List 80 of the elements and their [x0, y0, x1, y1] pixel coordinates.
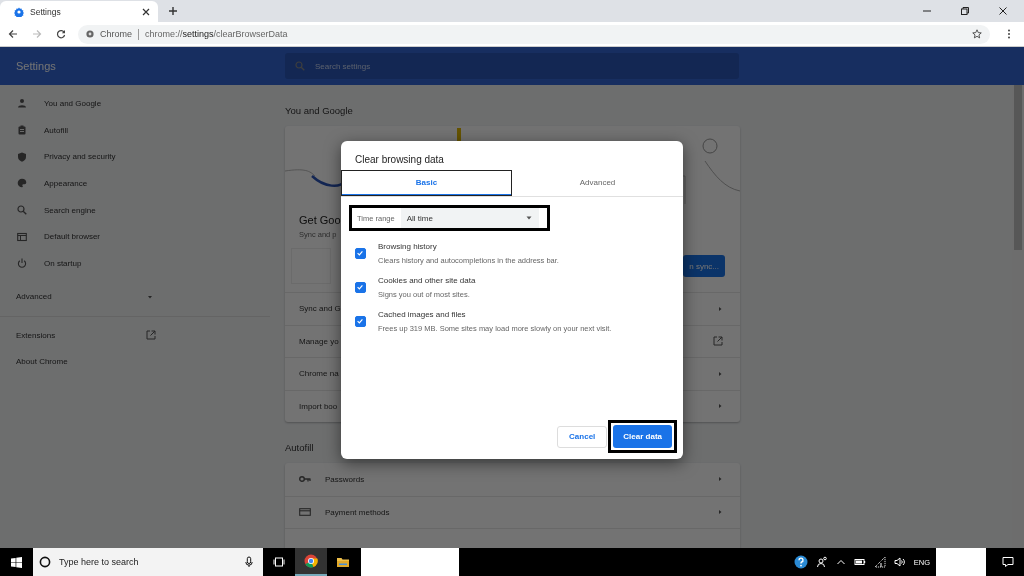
browser-window-icon — [17, 231, 27, 242]
sidebar-item[interactable]: Appearance — [0, 170, 270, 197]
people-icon[interactable] — [815, 556, 828, 568]
sidebar-link[interactable]: About Chrome — [0, 348, 270, 375]
chevron-icon — [717, 403, 723, 410]
tab-title: Settings — [30, 6, 62, 17]
scrollbar-thumb[interactable] — [1014, 85, 1022, 250]
sidebar-item[interactable]: Autofill — [0, 116, 270, 144]
checkmark-icon — [356, 249, 364, 257]
taskbar-search-field[interactable]: Type here to search — [33, 548, 263, 576]
sidebar-link[interactable]: Extensions — [0, 321, 270, 349]
help-icon[interactable] — [793, 555, 808, 569]
sidebar-item[interactable]: Privacy and security — [0, 143, 270, 171]
palette-icon — [17, 178, 27, 189]
search-icon — [295, 61, 305, 71]
chevron-icon — [717, 476, 723, 483]
option-label: Browsing history — [378, 242, 438, 251]
search-icon — [17, 205, 27, 216]
dialog-title: Clear browsing data — [355, 154, 445, 165]
settings-row[interactable]: Payment methods — [285, 495, 740, 528]
checkmark-icon — [356, 317, 364, 325]
windows-start-icon[interactable] — [11, 556, 22, 568]
sidebar-item[interactable]: Search engine — [0, 196, 270, 224]
back-arrow-icon[interactable] — [8, 29, 18, 39]
checkbox[interactable] — [355, 248, 366, 259]
external-link-icon — [713, 336, 723, 347]
person-icon — [17, 98, 27, 109]
search-circle-icon — [39, 556, 51, 568]
chevron-icon — [717, 370, 723, 377]
cancel-button[interactable]: Cancel — [557, 425, 608, 448]
caret-icon — [525, 214, 533, 222]
checkmark-icon — [356, 283, 364, 291]
checkbox[interactable] — [355, 282, 366, 293]
notification-icon[interactable] — [1002, 556, 1014, 568]
new-tab-icon[interactable] — [168, 6, 178, 16]
settings-row[interactable]: Passwords — [285, 463, 740, 496]
reload-icon[interactable] — [56, 29, 66, 39]
sidebar-item[interactable]: Default browser — [0, 223, 270, 251]
advanced-toggle[interactable]: Advanced — [0, 282, 270, 311]
microphone-icon[interactable] — [243, 556, 255, 568]
page-title: Settings — [16, 60, 57, 72]
credit-card-icon — [299, 508, 311, 517]
option-label: Cached images and files — [378, 310, 467, 319]
sidebar-item[interactable]: You and Google — [0, 90, 270, 117]
url-text: chrome://settings/clearBrowserData — [145, 29, 288, 39]
browser-icon — [304, 554, 318, 568]
promo-title: Get Goo — [299, 214, 341, 226]
power-icon — [17, 258, 27, 269]
task-view-icon[interactable] — [273, 556, 285, 568]
close-icon[interactable] — [142, 7, 150, 16]
clipboard-icon — [17, 125, 27, 136]
gear-icon — [14, 6, 24, 17]
sync-button[interactable]: n sync... — [683, 255, 725, 277]
folder-icon — [336, 555, 350, 569]
shield-icon — [17, 151, 27, 162]
external-link-icon — [146, 330, 156, 341]
site-info-icon — [86, 30, 94, 38]
time-range-dropdown[interactable]: All time — [400, 208, 539, 228]
chevron-icon — [717, 509, 723, 516]
speaker-icon[interactable] — [893, 556, 906, 568]
close-icon[interactable] — [998, 6, 1008, 16]
checkbox[interactable] — [355, 316, 366, 327]
option-label: Cookies and other site data — [378, 276, 476, 285]
sidebar-item[interactable]: On startup — [0, 250, 270, 277]
browser-tab[interactable]: Settings — [0, 1, 158, 22]
section-heading: Autofill — [285, 442, 314, 453]
dialog-tab[interactable]: Basic — [341, 170, 512, 196]
chevron-up-icon[interactable] — [835, 557, 846, 567]
address-bar[interactable]: Chrome chrome://settings/clearBrowserData — [78, 24, 990, 44]
key-icon — [299, 475, 311, 484]
section-heading: You and Google — [285, 105, 353, 116]
star-icon[interactable] — [972, 29, 982, 39]
chevron-icon — [717, 305, 723, 312]
network-icon[interactable] — [873, 556, 886, 568]
taskbar-app[interactable] — [295, 548, 327, 576]
redaction-block — [936, 548, 986, 576]
battery-icon[interactable] — [853, 556, 866, 568]
site-label: Chrome — [100, 29, 132, 39]
clear-data-button[interactable]: Clear data — [613, 425, 672, 448]
restore-icon[interactable] — [960, 6, 970, 16]
